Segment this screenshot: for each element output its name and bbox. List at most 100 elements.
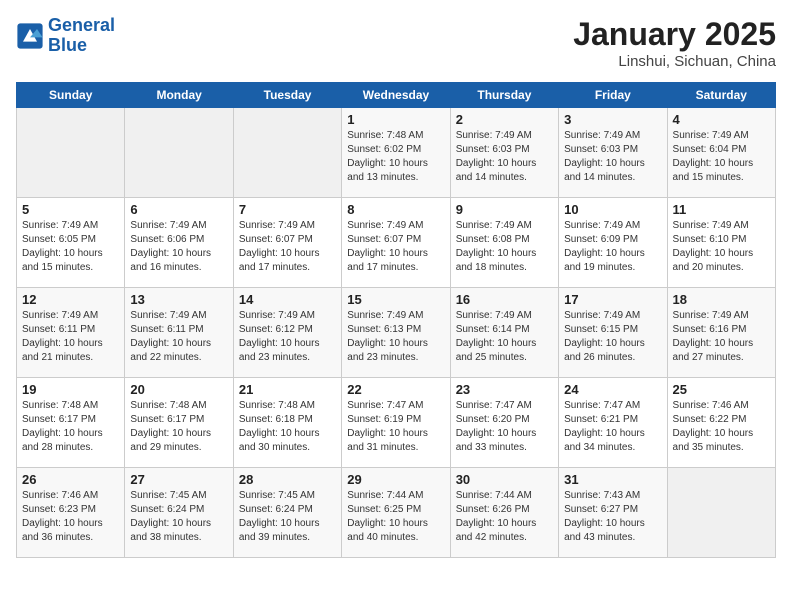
- day-number: 28: [239, 472, 336, 487]
- day-number: 10: [564, 202, 661, 217]
- day-info: Sunrise: 7:48 AM Sunset: 6:17 PM Dayligh…: [130, 399, 227, 455]
- day-number: 2: [456, 112, 553, 127]
- day-info: Sunrise: 7:48 AM Sunset: 6:17 PM Dayligh…: [22, 399, 119, 455]
- calendar-cell: 27 Sunrise: 7:45 AM Sunset: 6:24 PM Dayli…: [125, 468, 233, 558]
- calendar-week-row: 1 Sunrise: 7:48 AM Sunset: 6:02 PM Daylig…: [17, 108, 776, 198]
- calendar-table: SundayMondayTuesdayWednesdayThursdayFrid…: [16, 82, 776, 558]
- calendar-cell: 29Sunrise: 7:44 AM Sunset: 6:25 PM Dayli…: [342, 468, 450, 558]
- weekday-header-thursday: Thursday: [450, 83, 558, 108]
- day-info: Sunrise: 7:49 AM Sunset: 6:08 PM Dayligh…: [456, 219, 553, 275]
- weekday-header-saturday: Saturday: [667, 83, 775, 108]
- calendar-week-row: 26Sunrise: 7:46 AM Sunset: 6:23 PM Dayli…: [17, 468, 776, 558]
- calendar-cell: [125, 108, 233, 198]
- day-info: Sunrise: 7:47 AM Sunset: 6:20 PM Dayligh…: [456, 399, 553, 455]
- day-info: Sunrise: 7:49 AM Sunset: 6:07 PM Dayligh…: [347, 219, 444, 275]
- day-number: 4: [673, 112, 770, 127]
- day-info: Sunrise: 7:47 AM Sunset: 6:19 PM Dayligh…: [347, 399, 444, 455]
- day-info: Sunrise: 7:49 AM Sunset: 6:09 PM Dayligh…: [564, 219, 661, 275]
- day-info: Sunrise: 7:43 AM Sunset: 6:27 PM Dayligh…: [564, 489, 661, 545]
- day-info: Sunrise: 7:48 AM Sunset: 6:02 PM Dayligh…: [347, 129, 444, 185]
- day-number: 31: [564, 472, 661, 487]
- title-block: January 2025 Linshui, Sichuan, China: [573, 16, 776, 70]
- calendar-cell: 18 Sunrise: 7:49 AM Sunset: 6:16 PM Dayli…: [667, 288, 775, 378]
- day-info: Sunrise: 7:45 AM Sunset: 6:24 PM Dayligh…: [239, 489, 336, 545]
- day-number: 26: [22, 472, 119, 487]
- calendar-cell: 11 Sunrise: 7:49 AM Sunset: 6:10 PM Dayli…: [667, 198, 775, 288]
- calendar-cell: 21Sunrise: 7:48 AM Sunset: 6:18 PM Dayli…: [233, 378, 341, 468]
- day-info: Sunrise: 7:49 AM Sunset: 6:15 PM Dayligh…: [564, 309, 661, 365]
- calendar-cell: 10 Sunrise: 7:49 AM Sunset: 6:09 PM Dayli…: [559, 198, 667, 288]
- day-number: 8: [347, 202, 444, 217]
- day-info: Sunrise: 7:47 AM Sunset: 6:21 PM Dayligh…: [564, 399, 661, 455]
- day-number: 16: [456, 292, 553, 307]
- calendar-cell: 24 Sunrise: 7:47 AM Sunset: 6:21 PM Dayli…: [559, 378, 667, 468]
- calendar-cell: 12 Sunrise: 7:49 AM Sunset: 6:11 PM Dayli…: [17, 288, 125, 378]
- day-info: Sunrise: 7:49 AM Sunset: 6:13 PM Dayligh…: [347, 309, 444, 365]
- calendar-cell: 15 Sunrise: 7:49 AM Sunset: 6:13 PM Dayli…: [342, 288, 450, 378]
- day-info: Sunrise: 7:44 AM Sunset: 6:25 PM Dayligh…: [347, 489, 444, 545]
- calendar-cell: 7 Sunrise: 7:49 AM Sunset: 6:07 PM Daylig…: [233, 198, 341, 288]
- day-info: Sunrise: 7:49 AM Sunset: 6:07 PM Dayligh…: [239, 219, 336, 275]
- day-number: 15: [347, 292, 444, 307]
- weekday-header-tuesday: Tuesday: [233, 83, 341, 108]
- day-number: 7: [239, 202, 336, 217]
- day-number: 24: [564, 382, 661, 397]
- day-info: Sunrise: 7:48 AM Sunset: 6:18 PM Dayligh…: [239, 399, 336, 455]
- calendar-cell: 31 Sunrise: 7:43 AM Sunset: 6:27 PM Dayli…: [559, 468, 667, 558]
- day-info: Sunrise: 7:45 AM Sunset: 6:24 PM Dayligh…: [130, 489, 227, 545]
- day-number: 12: [22, 292, 119, 307]
- calendar-cell: 23 Sunrise: 7:47 AM Sunset: 6:20 PM Dayli…: [450, 378, 558, 468]
- day-number: 11: [673, 202, 770, 217]
- calendar-cell: 6 Sunrise: 7:49 AM Sunset: 6:06 PM Daylig…: [125, 198, 233, 288]
- weekday-header-sunday: Sunday: [17, 83, 125, 108]
- day-number: 3: [564, 112, 661, 127]
- day-info: Sunrise: 7:49 AM Sunset: 6:03 PM Dayligh…: [456, 129, 553, 185]
- calendar-cell: 4 Sunrise: 7:49 AM Sunset: 6:04 PM Daylig…: [667, 108, 775, 198]
- calendar-cell: 1 Sunrise: 7:48 AM Sunset: 6:02 PM Daylig…: [342, 108, 450, 198]
- weekday-header-monday: Monday: [125, 83, 233, 108]
- day-info: Sunrise: 7:49 AM Sunset: 6:10 PM Dayligh…: [673, 219, 770, 275]
- day-number: 1: [347, 112, 444, 127]
- calendar-body: 1 Sunrise: 7:48 AM Sunset: 6:02 PM Daylig…: [17, 108, 776, 558]
- calendar-cell: 17Sunrise: 7:49 AM Sunset: 6:15 PM Dayli…: [559, 288, 667, 378]
- day-info: Sunrise: 7:49 AM Sunset: 6:11 PM Dayligh…: [22, 309, 119, 365]
- day-info: Sunrise: 7:49 AM Sunset: 6:06 PM Dayligh…: [130, 219, 227, 275]
- day-info: Sunrise: 7:49 AM Sunset: 6:14 PM Dayligh…: [456, 309, 553, 365]
- calendar-cell: 2 Sunrise: 7:49 AM Sunset: 6:03 PM Daylig…: [450, 108, 558, 198]
- day-number: 9: [456, 202, 553, 217]
- calendar-cell: 14Sunrise: 7:49 AM Sunset: 6:12 PM Dayli…: [233, 288, 341, 378]
- calendar-cell: 26Sunrise: 7:46 AM Sunset: 6:23 PM Dayli…: [17, 468, 125, 558]
- day-info: Sunrise: 7:46 AM Sunset: 6:22 PM Dayligh…: [673, 399, 770, 455]
- day-info: Sunrise: 7:49 AM Sunset: 6:05 PM Dayligh…: [22, 219, 119, 275]
- day-number: 27: [130, 472, 227, 487]
- day-number: 20: [130, 382, 227, 397]
- calendar-cell: 20 Sunrise: 7:48 AM Sunset: 6:17 PM Dayli…: [125, 378, 233, 468]
- day-number: 25: [673, 382, 770, 397]
- logo-icon: [16, 22, 44, 50]
- day-info: Sunrise: 7:44 AM Sunset: 6:26 PM Dayligh…: [456, 489, 553, 545]
- calendar-cell: 8 Sunrise: 7:49 AM Sunset: 6:07 PM Daylig…: [342, 198, 450, 288]
- calendar-cell: [233, 108, 341, 198]
- calendar-cell: 5 Sunrise: 7:49 AM Sunset: 6:05 PM Daylig…: [17, 198, 125, 288]
- calendar-cell: 25 Sunrise: 7:46 AM Sunset: 6:22 PM Dayli…: [667, 378, 775, 468]
- day-number: 23: [456, 382, 553, 397]
- calendar-week-row: 5 Sunrise: 7:49 AM Sunset: 6:05 PM Daylig…: [17, 198, 776, 288]
- calendar-week-row: 12 Sunrise: 7:49 AM Sunset: 6:11 PM Dayli…: [17, 288, 776, 378]
- calendar-header: SundayMondayTuesdayWednesdayThursdayFrid…: [17, 83, 776, 108]
- day-number: 19: [22, 382, 119, 397]
- day-info: Sunrise: 7:49 AM Sunset: 6:16 PM Dayligh…: [673, 309, 770, 365]
- day-info: Sunrise: 7:49 AM Sunset: 6:12 PM Dayligh…: [239, 309, 336, 365]
- calendar-subtitle: Linshui, Sichuan, China: [573, 53, 776, 70]
- logo-text: General Blue: [48, 16, 115, 56]
- day-number: 13: [130, 292, 227, 307]
- day-info: Sunrise: 7:49 AM Sunset: 6:04 PM Dayligh…: [673, 129, 770, 185]
- weekday-header-friday: Friday: [559, 83, 667, 108]
- calendar-cell: 19 Sunrise: 7:48 AM Sunset: 6:17 PM Dayli…: [17, 378, 125, 468]
- day-number: 18: [673, 292, 770, 307]
- calendar-cell: 28 Sunrise: 7:45 AM Sunset: 6:24 PM Dayli…: [233, 468, 341, 558]
- calendar-cell: 22Sunrise: 7:47 AM Sunset: 6:19 PM Dayli…: [342, 378, 450, 468]
- day-number: 5: [22, 202, 119, 217]
- day-info: Sunrise: 7:49 AM Sunset: 6:03 PM Dayligh…: [564, 129, 661, 185]
- day-number: 30: [456, 472, 553, 487]
- day-number: 6: [130, 202, 227, 217]
